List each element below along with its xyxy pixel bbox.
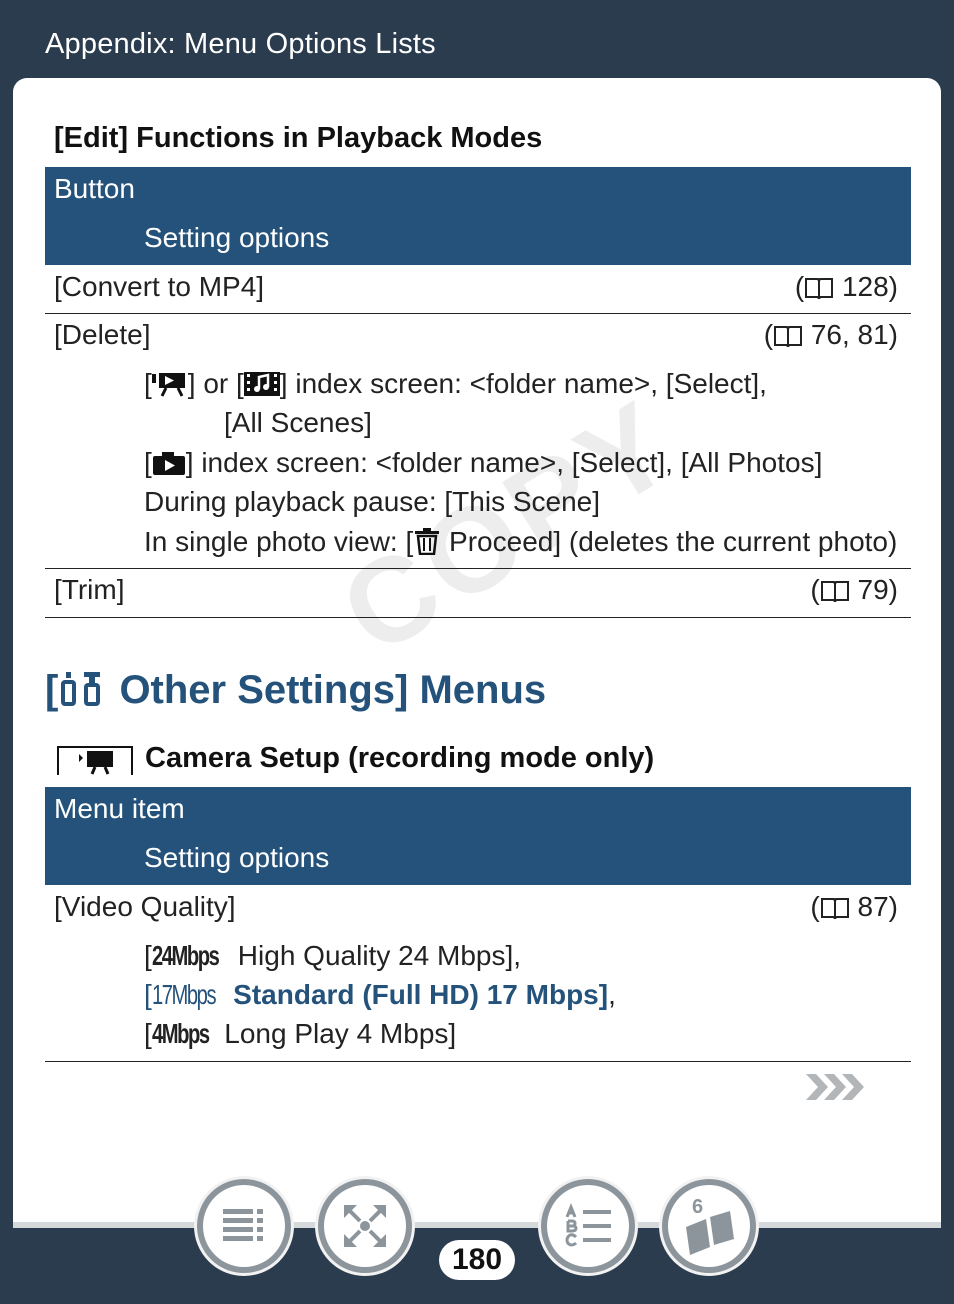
row-divider [45, 568, 911, 569]
bookmark-icon: 6 [686, 1196, 734, 1255]
delete-option-line-4: During playback pause: [This Scene] [144, 486, 601, 517]
video-quality-option-4: [4Mbps Long Play 4 Mbps] [144, 1018, 457, 1049]
book-icon [774, 326, 803, 347]
index-button[interactable] [315, 1176, 415, 1276]
row-divider [45, 313, 911, 314]
edit-table-header: Button Setting options [45, 167, 911, 265]
toc-button[interactable] [194, 1176, 294, 1276]
col-setting-options-label: Setting options [144, 842, 330, 873]
book-icon [820, 581, 849, 602]
ref-video-quality[interactable]: ( 87) [810, 891, 898, 923]
book-icon [820, 898, 849, 919]
page-number: 180 [439, 1240, 515, 1280]
book-icon [805, 278, 834, 299]
mbps-24-badge: 24Mbps [151, 940, 220, 971]
video-camera-icon [57, 746, 133, 775]
row-divider [45, 617, 911, 618]
row-video-quality: [Video Quality] [54, 891, 236, 922]
sheet-bottom-edge [13, 1222, 941, 1228]
menu-table-header: Menu item Setting options [45, 787, 911, 885]
trash-icon [415, 528, 440, 555]
ref-convert-to-mp4[interactable]: ( 128) [795, 271, 898, 303]
svg-text:6: 6 [692, 1196, 703, 1218]
delete-option-line-3: [] index screen: <folder name>, [Select]… [144, 447, 823, 478]
ref-trim[interactable]: ( 79) [810, 574, 898, 606]
movie-mode-icon [151, 373, 185, 397]
index-icon [344, 1205, 386, 1247]
row-convert-to-mp4: [Convert to MP4] [54, 271, 265, 302]
delete-option-line-5: In single photo view: [ Proceed] (delete… [144, 526, 898, 557]
delete-option-line-1: [] or [] index screen: <folder name>, [S… [144, 368, 767, 399]
page-header-title: Appendix: Menu Options Lists [45, 28, 436, 60]
col-button-label: Button [54, 173, 135, 204]
camera-setup-subtitle: Camera Setup (recording mode only) [145, 742, 655, 774]
video-quality-option-24: [24Mbps High Quality 24 Mbps], [144, 940, 522, 971]
ref-delete[interactable]: ( 76, 81) [764, 319, 898, 351]
camera-icon [152, 452, 185, 475]
glossary-icon [565, 1202, 611, 1247]
glossary-button[interactable] [538, 1176, 638, 1276]
edit-functions-title: [Edit] Functions in Playback Modes [54, 122, 543, 154]
mbps-4-badge: 4Mbps [151, 1018, 210, 1049]
music-video-icon [243, 372, 280, 396]
row-trim: [Trim] [54, 574, 125, 605]
toc-icon [223, 1209, 263, 1241]
bookmark-button[interactable]: 6 [659, 1176, 759, 1276]
next-arrows-icon[interactable] [806, 1074, 868, 1100]
row-divider [45, 1061, 911, 1062]
video-quality-option-17: [17Mbps Standard (Full HD) 17 Mbps], [144, 979, 616, 1010]
delete-option-line-2: [All Scenes] [224, 407, 372, 438]
mbps-17-badge: 17Mbps [151, 979, 217, 1010]
other-settings-icon [61, 672, 101, 706]
row-delete: [Delete] [54, 319, 151, 350]
other-settings-title: [ Other Settings] Menus [45, 668, 547, 712]
col-menu-item-label: Menu item [54, 793, 185, 824]
col-setting-options-label: Setting options [144, 222, 330, 253]
